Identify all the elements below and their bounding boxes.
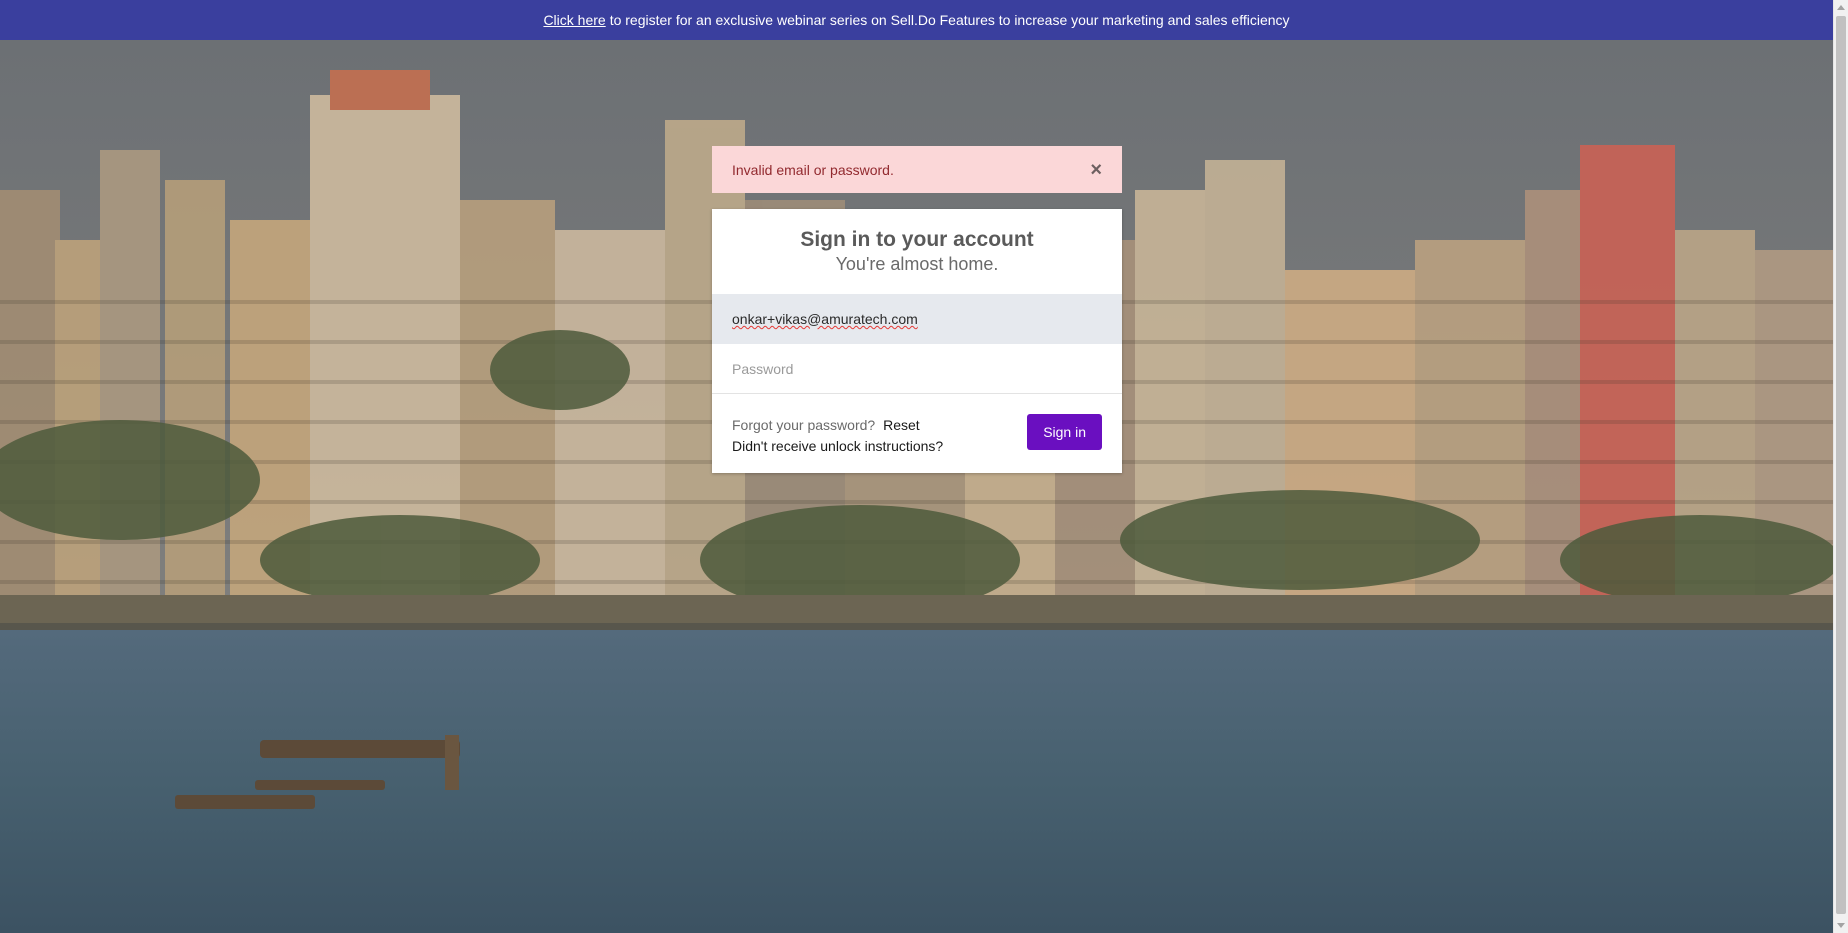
unlock-instructions-link[interactable]: Didn't receive unlock instructions?: [732, 438, 943, 454]
password-field[interactable]: Password: [712, 344, 1122, 394]
login-footer: Forgot your password? Reset Didn't recei…: [712, 394, 1122, 472]
vertical-scrollbar[interactable]: [1833, 0, 1848, 933]
reset-password-link[interactable]: Reset: [883, 417, 920, 433]
webinar-banner: Click here to register for an exclusive …: [0, 0, 1833, 40]
alert-message: Invalid email or password.: [732, 161, 894, 178]
scroll-thumb[interactable]: [1836, 16, 1846, 914]
login-card: Sign in to your account You're almost ho…: [712, 209, 1122, 473]
help-links: Forgot your password? Reset Didn't recei…: [732, 415, 943, 457]
banner-register-link[interactable]: Click here: [543, 12, 605, 28]
sign-in-button[interactable]: Sign in: [1027, 414, 1102, 450]
login-header: Sign in to your account You're almost ho…: [712, 209, 1122, 294]
scroll-up-arrow-icon[interactable]: [1837, 5, 1845, 10]
scroll-down-arrow-icon[interactable]: [1837, 923, 1845, 928]
page-viewport: Click here to register for an exclusive …: [0, 0, 1833, 933]
forgot-password-text: Forgot your password?: [732, 417, 876, 433]
error-alert: Invalid email or password. ×: [712, 146, 1122, 193]
login-subtitle: You're almost home.: [835, 254, 999, 274]
password-placeholder: Password: [732, 360, 794, 377]
email-field[interactable]: onkar+vikas@amuratech.com: [712, 294, 1122, 344]
close-icon[interactable]: ×: [1090, 160, 1102, 180]
email-value: onkar+vikas@amuratech.com: [732, 311, 918, 327]
login-title: Sign in to your account: [800, 228, 1034, 251]
banner-message: to register for an exclusive webinar ser…: [609, 12, 1290, 28]
